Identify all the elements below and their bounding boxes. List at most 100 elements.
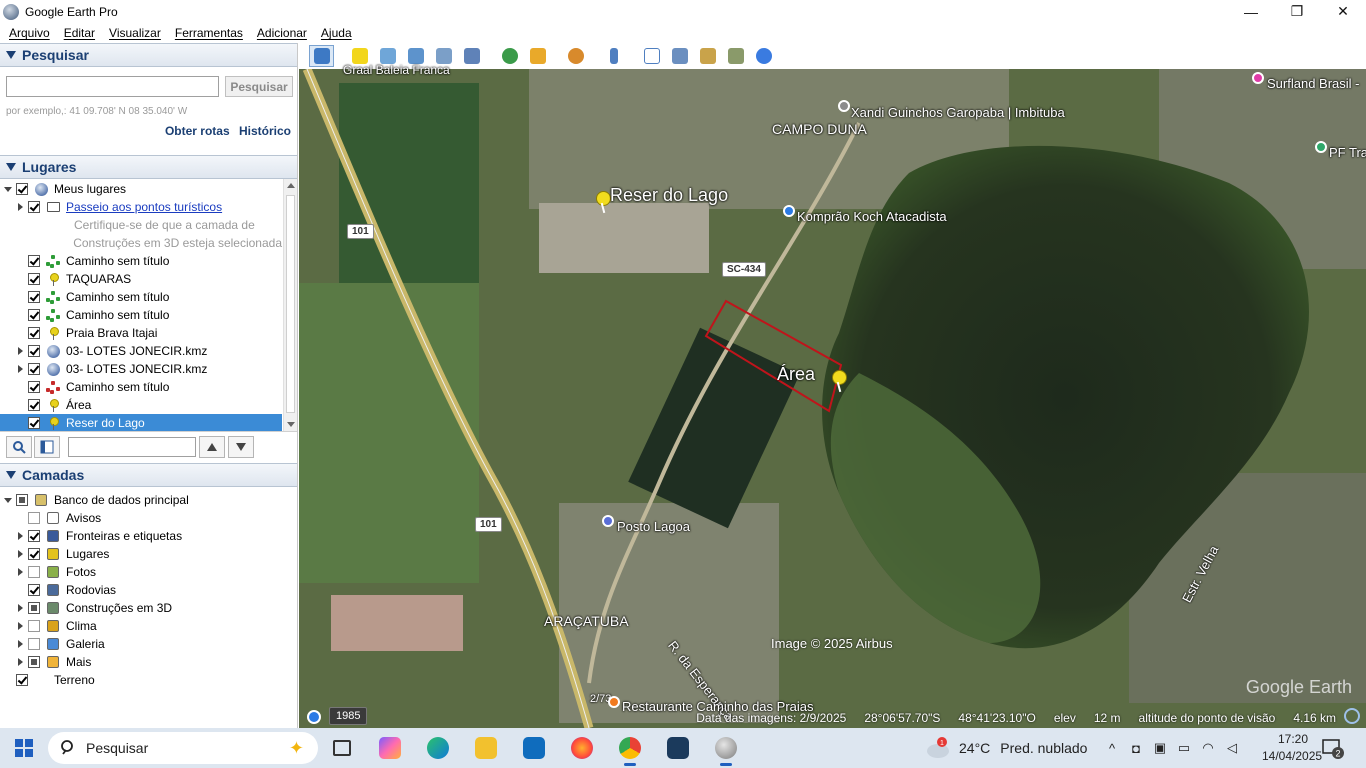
visibility-checkbox[interactable]	[28, 638, 40, 650]
placemark-pin-icon[interactable]	[832, 370, 847, 392]
map-label-posto[interactable]: Posto Lagoa	[617, 519, 690, 534]
minimize-button[interactable]: —	[1228, 0, 1274, 23]
record-tour-button[interactable]	[459, 45, 484, 67]
get-directions-link[interactable]: Obter rotas	[165, 124, 230, 138]
poi-marker-icon[interactable]	[838, 100, 850, 112]
layers-item-row[interactable]: Fotos	[0, 563, 282, 581]
visibility-checkbox[interactable]	[16, 183, 28, 195]
places-item-row[interactable]: Passeio aos pontos turísticos	[0, 198, 282, 216]
places-item-row[interactable]: TAQUARAS	[0, 270, 282, 288]
visibility-checkbox[interactable]	[28, 566, 40, 578]
speaker-icon[interactable]: ◁	[1220, 740, 1244, 756]
layers-item-row[interactable]: Avisos	[0, 509, 282, 527]
places-item-row[interactable]: Reser do Lago	[0, 414, 282, 431]
visibility-checkbox[interactable]	[28, 327, 40, 339]
places-item-row[interactable]: Caminho sem título	[0, 288, 282, 306]
menu-ferramentas[interactable]: Ferramentas	[170, 26, 248, 40]
visibility-checkbox[interactable]	[28, 656, 40, 668]
map-label-xandi[interactable]: Xandi Guinchos Garopaba | Imbituba	[851, 105, 1065, 120]
expand-closed-icon[interactable]	[12, 347, 28, 355]
expand-closed-icon[interactable]	[12, 550, 28, 558]
expand-closed-icon[interactable]	[12, 640, 28, 648]
places-item-row[interactable]: 03- LOTES JONECIR.kmz	[0, 360, 282, 378]
poi-marker-icon[interactable]	[602, 515, 614, 527]
layers-item-row[interactable]: Lugares	[0, 545, 282, 563]
placemark-label-reser[interactable]: Reser do Lago	[610, 185, 728, 206]
expand-closed-icon[interactable]	[12, 568, 28, 576]
maximize-button[interactable]: ❐	[1274, 0, 1320, 23]
toggle-panel-button[interactable]	[34, 436, 60, 458]
file-explorer-button[interactable]	[466, 728, 506, 768]
places-item-row[interactable]: Construções em 3D esteja selecionada	[0, 234, 282, 252]
copilot-button[interactable]	[370, 728, 410, 768]
placemark-label-area[interactable]: Área	[777, 364, 815, 385]
places-item-row[interactable]: Praia Brava Itajai	[0, 324, 282, 342]
placemark-pin-icon[interactable]	[596, 191, 611, 213]
scroll-thumb[interactable]	[286, 195, 295, 413]
visibility-checkbox[interactable]	[28, 512, 40, 524]
expand-closed-icon[interactable]	[12, 622, 28, 630]
poi-marker-icon[interactable]	[608, 696, 620, 708]
search-panel-header[interactable]: Pesquisar	[0, 43, 297, 67]
map-label-komprao[interactable]: Komprão Koch Atacadista	[797, 209, 947, 224]
places-item-row[interactable]: Caminho sem título	[0, 378, 282, 396]
visibility-checkbox[interactable]	[28, 602, 40, 614]
expand-closed-icon[interactable]	[12, 532, 28, 540]
ruler-button[interactable]	[601, 45, 626, 67]
google-maps-button[interactable]	[751, 45, 776, 67]
poi-marker-icon[interactable]	[1315, 141, 1327, 153]
wifi-icon[interactable]: ◠	[1196, 740, 1220, 756]
layers-item-row[interactable]: Galeria	[0, 635, 282, 653]
search-input[interactable]	[6, 76, 219, 97]
expand-closed-icon[interactable]	[12, 604, 28, 612]
meet-icon[interactable]: ◘	[1124, 741, 1148, 756]
expand-open-icon[interactable]	[0, 497, 16, 503]
task-view-button[interactable]	[322, 728, 362, 768]
weather-widget[interactable]: 1 24°C Pred. nublado	[925, 728, 1087, 768]
visibility-checkbox[interactable]	[28, 309, 40, 321]
layers-item-row[interactable]: Clima	[0, 617, 282, 635]
print-button[interactable]	[667, 45, 692, 67]
visibility-checkbox[interactable]	[28, 255, 40, 267]
layers-item-row[interactable]: Banco de dados principal	[0, 491, 282, 509]
status-compass-icon[interactable]	[1344, 708, 1360, 724]
layers-item-row[interactable]: Terreno	[0, 671, 282, 689]
tray-app-icon[interactable]: ▣	[1148, 740, 1172, 756]
menu-ajuda[interactable]: Ajuda	[316, 26, 357, 40]
visibility-checkbox[interactable]	[28, 381, 40, 393]
menu-visualizar[interactable]: Visualizar	[104, 26, 166, 40]
chrome-button[interactable]	[610, 728, 650, 768]
defender-button[interactable]	[658, 728, 698, 768]
visibility-checkbox[interactable]	[28, 399, 40, 411]
visibility-checkbox[interactable]	[16, 494, 28, 506]
taskbar-search[interactable]: Pesquisar ✦	[48, 732, 318, 764]
battery-icon[interactable]: ▭	[1172, 740, 1196, 756]
history-link[interactable]: Histórico	[239, 124, 291, 138]
search-places-button[interactable]	[6, 436, 32, 458]
menu-editar[interactable]: Editar	[59, 26, 100, 40]
visibility-checkbox[interactable]	[28, 417, 40, 429]
places-scrollbar[interactable]	[283, 179, 297, 431]
scroll-up-arrow-icon[interactable]	[287, 183, 295, 188]
visibility-checkbox[interactable]	[28, 363, 40, 375]
visibility-checkbox[interactable]	[28, 201, 40, 213]
visibility-checkbox[interactable]	[28, 273, 40, 285]
movie-maker-button[interactable]	[723, 45, 748, 67]
places-item-row[interactable]: Caminho sem título	[0, 252, 282, 270]
historical-imagery-button[interactable]	[497, 45, 522, 67]
visibility-checkbox[interactable]	[16, 674, 28, 686]
outlook-button[interactable]	[514, 728, 554, 768]
firefox-button[interactable]	[562, 728, 602, 768]
visibility-checkbox[interactable]	[28, 620, 40, 632]
planets-button[interactable]	[563, 45, 588, 67]
expand-open-icon[interactable]	[0, 186, 16, 192]
save-image-button[interactable]	[695, 45, 720, 67]
places-filter-input[interactable]	[68, 437, 196, 457]
places-item-row[interactable]: 03- LOTES JONECIR.kmz	[0, 342, 282, 360]
chevron-up-icon[interactable]: ^	[1100, 741, 1124, 756]
poi-marker-icon[interactable]	[783, 205, 795, 217]
places-item-row[interactable]: Certifique-se de que a camada de	[0, 216, 282, 234]
map-view[interactable]: Graal Baleia Franca Xandi Guinchos Garop…	[299, 43, 1366, 728]
sunlight-button[interactable]	[525, 45, 550, 67]
close-button[interactable]: ✕	[1320, 0, 1366, 23]
